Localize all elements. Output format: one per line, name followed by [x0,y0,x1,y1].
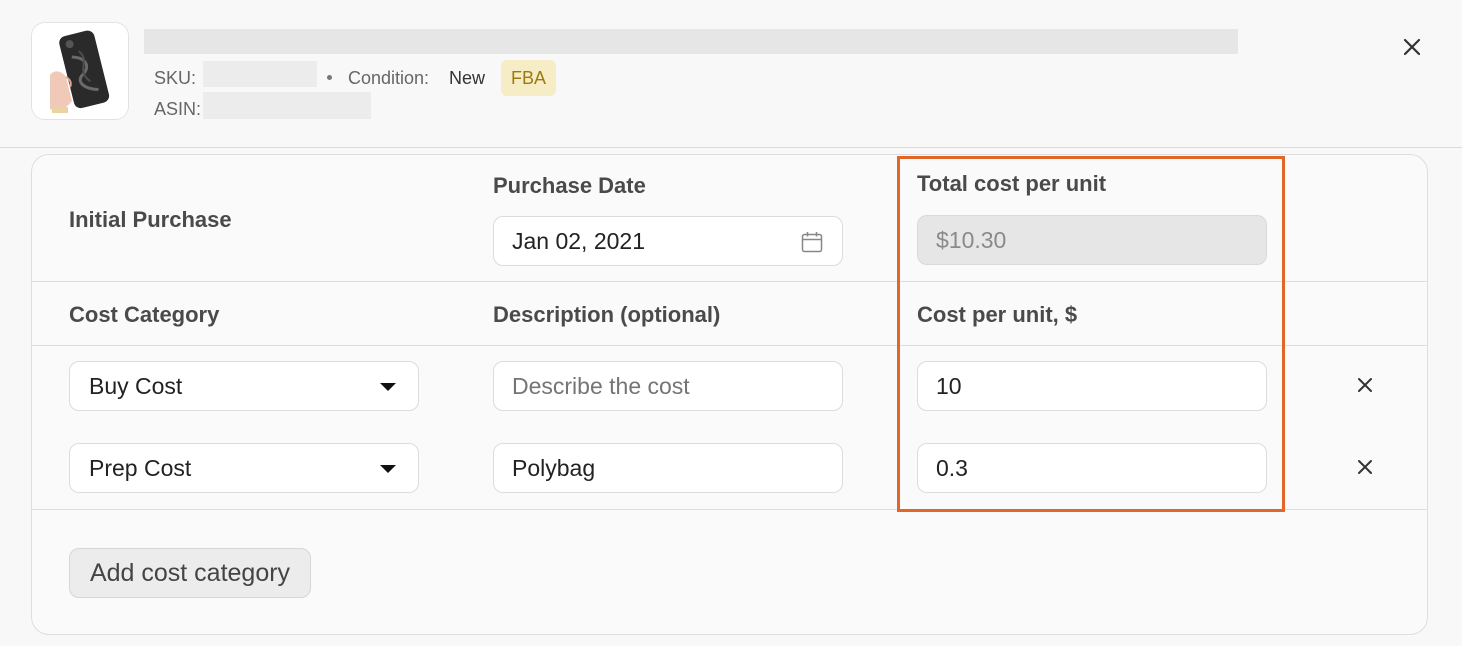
close-icon[interactable] [1401,36,1423,58]
condition-label: Condition: [348,68,430,88]
column-header-cost: Cost per unit, $ [917,302,1078,327]
sku-value-redacted [203,61,317,87]
cost-category-select[interactable]: Buy Cost [69,361,419,411]
cost-per-unit-input[interactable]: 10 [917,361,1267,411]
caret-down-icon [380,383,396,391]
product-title-redacted [144,29,1238,54]
product-header: SKU: Condition: New FBA ASIN: [0,0,1462,148]
purchase-date-label: Purchase Date [493,173,646,198]
fulfillment-badge: FBA [501,60,556,96]
purchase-date-input[interactable]: Jan 02, 2021 [493,216,843,266]
purchase-date-value: Jan 02, 2021 [512,228,646,254]
remove-row-icon[interactable] [1356,458,1374,476]
cost-card: Initial Purchase Purchase Date Jan 02, 2… [31,154,1428,635]
divider [32,281,1427,282]
description-input[interactable] [493,361,843,411]
description-input[interactable]: Polybag [493,443,843,493]
separator-dot [327,75,332,80]
caret-down-icon [380,465,396,473]
product-thumbnail [31,22,129,120]
sku-label: SKU: [154,68,197,88]
cost-category-select[interactable]: Prep Cost [69,443,419,493]
cost-category-value: Buy Cost [89,373,183,399]
total-cost-field: $10.30 [917,215,1267,265]
add-cost-category-button[interactable]: Add cost category [69,548,311,598]
remove-row-icon[interactable] [1356,376,1374,394]
divider [32,509,1427,510]
cost-editor-modal: SKU: Condition: New FBA ASIN: Initial Pu… [0,0,1462,646]
divider [32,345,1427,346]
asin-label: ASIN: [154,99,202,119]
condition-value: New [449,68,486,88]
asin-value-redacted [203,92,371,119]
initial-purchase-label: Initial Purchase [69,207,232,232]
column-header-category: Cost Category [69,302,220,327]
total-cost-label: Total cost per unit [917,171,1107,196]
calendar-icon[interactable] [800,230,824,254]
column-header-description: Description (optional) [493,302,721,327]
cost-category-value: Prep Cost [89,455,192,481]
cost-per-unit-input[interactable]: 0.3 [917,443,1267,493]
